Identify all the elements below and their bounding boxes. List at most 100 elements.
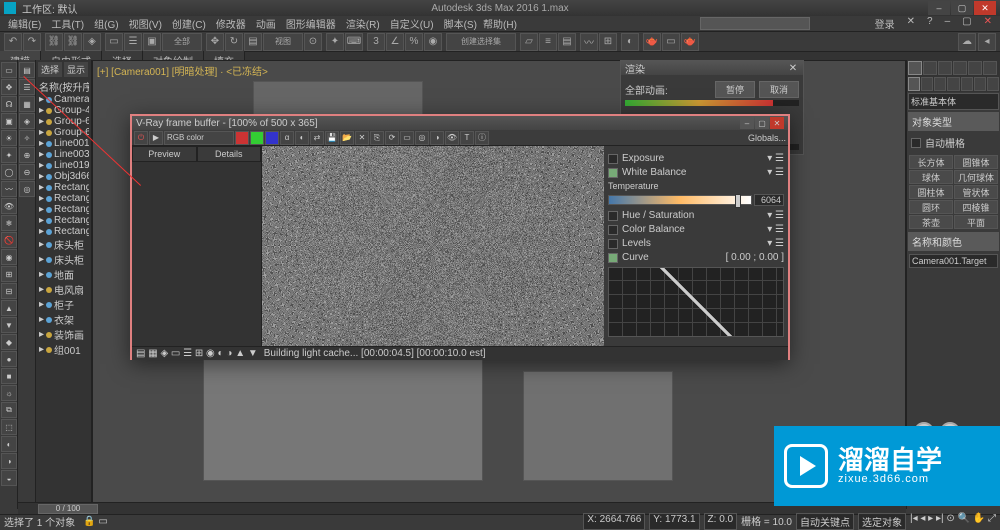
vfb-close-button[interactable]: ✕ xyxy=(770,117,784,129)
sel-bone-icon[interactable]: ☊ xyxy=(1,96,17,112)
stop-render-button[interactable]: ⏻ xyxy=(134,131,148,145)
select-name-button[interactable]: ☰ xyxy=(124,33,142,51)
menu-views[interactable]: 视图(V) xyxy=(125,16,166,31)
cmd-hierarchy-tab[interactable] xyxy=(938,61,952,75)
cmd-modify-tab[interactable] xyxy=(923,61,937,75)
freeze-icon[interactable]: ❄ xyxy=(1,215,17,231)
stamp-button[interactable]: T xyxy=(460,131,474,145)
track-button[interactable]: ◎ xyxy=(415,131,429,145)
ol-d-icon[interactable]: ◈ xyxy=(19,113,35,129)
time-slider-handle[interactable]: 0 / 100 xyxy=(38,504,98,514)
load-button[interactable]: 📂 xyxy=(340,131,354,145)
create-圆柱体-button[interactable]: 圆柱体 xyxy=(909,185,953,199)
exposure-checkbox[interactable] xyxy=(608,154,618,164)
ol-a-icon[interactable]: ▤ xyxy=(19,62,35,78)
menu-group[interactable]: 组(G) xyxy=(90,16,122,31)
channel-dropdown[interactable]: RGB color xyxy=(164,131,234,145)
render-button[interactable]: 🫖 xyxy=(681,33,699,51)
sel-helper-icon[interactable]: ✦ xyxy=(1,147,17,163)
tree-tab-select[interactable]: 选择 xyxy=(38,62,62,77)
menu-edit[interactable]: 编辑(E) xyxy=(4,16,45,31)
menu-help[interactable]: 帮助(H) xyxy=(479,16,521,31)
percent-snap-button[interactable]: % xyxy=(405,33,423,51)
coord-y[interactable]: Y: 1773.1 xyxy=(649,513,699,530)
cmd-create-tab[interactable] xyxy=(908,61,922,75)
object-name-input[interactable]: Camera001.Target xyxy=(909,254,998,268)
menu-script[interactable]: 脚本(S) xyxy=(440,16,481,31)
namecolor-header[interactable]: 名称和颜色 xyxy=(908,232,999,251)
create-圆锥体-button[interactable]: 圆锥体 xyxy=(954,155,998,169)
create-四棱锥-button[interactable]: 四棱锥 xyxy=(954,200,998,214)
cmd-motion-tab[interactable] xyxy=(953,61,967,75)
tool-k-icon[interactable]: ◒ xyxy=(1,470,17,486)
pixel-button[interactable]: ⓘ xyxy=(475,131,489,145)
help-icon[interactable]: ? xyxy=(923,16,937,31)
unhide-icon[interactable]: ◉ xyxy=(1,249,17,265)
coord-z[interactable]: Z: 0.0 xyxy=(704,513,738,530)
select-button[interactable]: ▭ xyxy=(105,33,123,51)
signin-button[interactable]: 登录 xyxy=(871,16,899,31)
workspace-label[interactable]: 工作区: 默认 xyxy=(22,1,78,16)
blue-channel-button[interactable] xyxy=(265,131,279,145)
tree-item[interactable]: ▸床头柜 xyxy=(38,252,89,267)
curve-editor[interactable] xyxy=(608,267,784,337)
cat-warp-icon[interactable] xyxy=(974,77,986,91)
sel-cam-icon[interactable]: ▣ xyxy=(1,113,17,129)
cat-helper-icon[interactable] xyxy=(961,77,973,91)
tree-item[interactable]: ▸Rectang xyxy=(38,182,89,193)
help-search-input[interactable] xyxy=(700,17,810,30)
align-button[interactable]: ≡ xyxy=(539,33,557,51)
category-dropdown[interactable]: 标准基本体 xyxy=(908,93,999,110)
create-圆环-button[interactable]: 圆环 xyxy=(909,200,953,214)
tree-tab-show[interactable]: 显示 xyxy=(64,62,88,77)
tree-item[interactable]: ▸Obj3d66 xyxy=(38,171,89,182)
tree-item[interactable]: ▸组001 xyxy=(38,342,89,357)
tool-h-icon[interactable]: ⬚ xyxy=(1,419,17,435)
save-button[interactable]: 💾 xyxy=(325,131,339,145)
vfb-max-button[interactable]: ▢ xyxy=(755,117,769,129)
bind-button[interactable]: ◈ xyxy=(83,33,101,51)
render-close-button[interactable]: ✕ xyxy=(787,62,799,74)
sel-move-icon[interactable]: ✥ xyxy=(1,79,17,95)
cat-system-icon[interactable] xyxy=(987,77,999,91)
keymode-button[interactable]: ⌨ xyxy=(345,33,363,51)
menu-modifiers[interactable]: 修改器 xyxy=(212,16,250,31)
group-icon[interactable]: ⊞ xyxy=(1,266,17,282)
cat-shape-icon[interactable] xyxy=(921,77,933,91)
sel-warp-icon[interactable]: 〰 xyxy=(1,181,17,197)
tree-item[interactable]: ▸Line003 xyxy=(38,149,89,160)
create-几何球体-button[interactable]: 几何球体 xyxy=(954,170,998,184)
coord-x[interactable]: X: 2664.766 xyxy=(583,513,645,530)
autogrid-checkbox[interactable] xyxy=(911,138,921,148)
autokey-button[interactable]: 自动关键点 xyxy=(796,513,854,530)
create-球体-button[interactable]: 球体 xyxy=(909,170,953,184)
tree-item[interactable]: ▸Rectang xyxy=(38,226,89,237)
selobj-button[interactable]: 选定对象 xyxy=(858,513,906,530)
alpha-channel-button[interactable]: α xyxy=(280,131,294,145)
tree-item[interactable]: ▸床头柜 xyxy=(38,237,89,252)
lens-button[interactable]: 👁 xyxy=(445,131,459,145)
isolate-icon[interactable]: 👁 xyxy=(1,198,17,214)
vfb-min-button[interactable]: – xyxy=(740,117,754,129)
temperature-value[interactable]: 6064 xyxy=(754,194,784,206)
tool-e-icon[interactable]: ■ xyxy=(1,368,17,384)
scale-button[interactable]: ▤ xyxy=(244,33,262,51)
sel-obj-icon[interactable]: ▭ xyxy=(1,62,17,78)
render-output[interactable] xyxy=(262,146,604,346)
green-channel-button[interactable] xyxy=(250,131,264,145)
red-channel-button[interactable] xyxy=(235,131,249,145)
cat-geom-icon[interactable] xyxy=(908,77,920,91)
tree-item[interactable]: ▸电风扇 xyxy=(38,282,89,297)
undo-button[interactable]: ↶ xyxy=(4,33,22,51)
close2-button[interactable]: ✕ xyxy=(980,16,996,31)
copy-button[interactable]: ⎘ xyxy=(370,131,384,145)
curve-checkbox[interactable] xyxy=(608,253,618,263)
link-button[interactable]: ⛓ xyxy=(45,33,63,51)
tree-item[interactable]: ▸Line001 xyxy=(38,138,89,149)
prev-render-button[interactable]: ◂ xyxy=(978,33,996,51)
region-button[interactable]: ▭ xyxy=(400,131,414,145)
preview-tab[interactable]: Preview xyxy=(132,146,197,162)
switch-button[interactable]: ⇄ xyxy=(310,131,324,145)
tree-item[interactable]: ▸装饰画 xyxy=(38,327,89,342)
menu-graph[interactable]: 图形编辑器 xyxy=(282,16,340,31)
